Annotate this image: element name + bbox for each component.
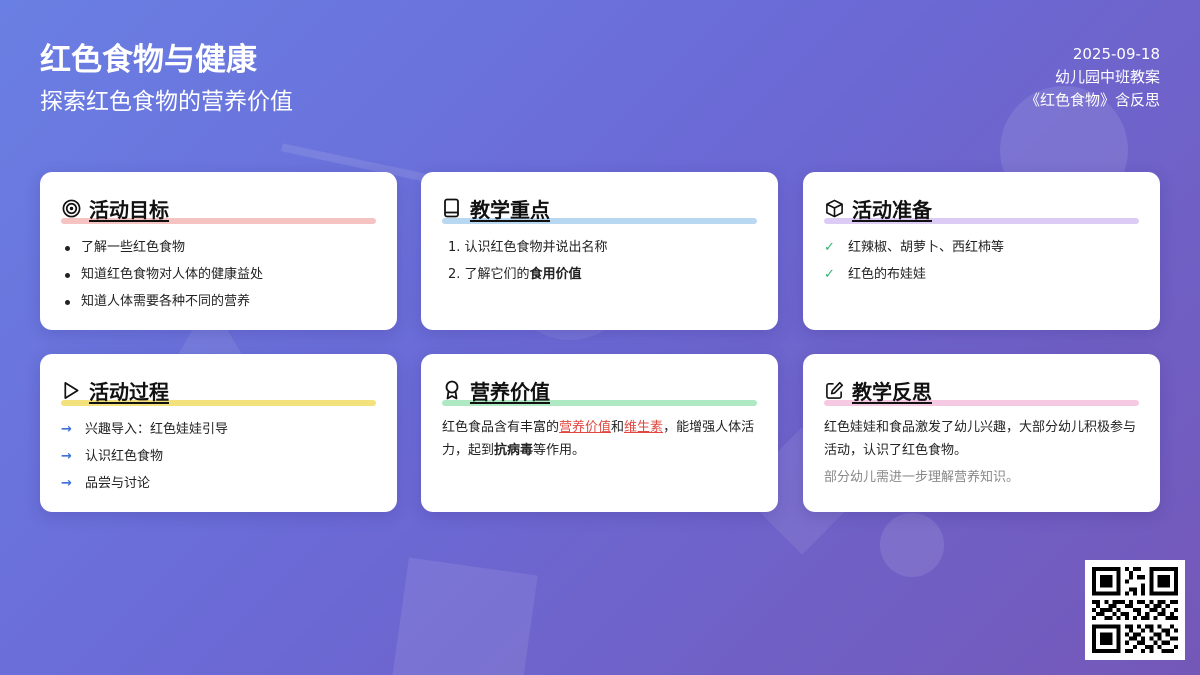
card-title: 活动过程 (89, 379, 169, 404)
arrow-right-icon: → (61, 422, 72, 437)
lesson-date: 2025-09-18 (1072, 45, 1160, 63)
arrow-right-icon: → (61, 449, 72, 464)
card-header: 教学反思 (824, 376, 1139, 406)
list-item: 知道人体需要各种不同的营养 (61, 288, 376, 315)
qr-code[interactable] (1085, 560, 1185, 660)
emphasis-text: 抗病毒 (494, 443, 534, 458)
list-item: 2. 了解它们的食用价值 (448, 267, 582, 282)
card-activity-prep: 活动准备 ✓ 红辣椒、胡萝卜、西红柿等 ✓ 红色的布娃娃 (803, 172, 1160, 330)
card-title: 营养价值 (470, 379, 550, 404)
card-header: 活动过程 (61, 376, 376, 406)
check-icon: ✓ (824, 240, 835, 255)
list-item: → 兴趣导入：红色娃娃引导 (61, 416, 376, 443)
reflection-text: 红色娃娃和食品激发了幼儿兴趣，大部分幼儿积极参与活动，认识了红色食物。 (824, 420, 1137, 458)
card-body: 红色食品含有丰富的营养价值和维生素，能增强人体活力，起到抗病毒等作用。 (442, 420, 755, 458)
box-icon (824, 198, 844, 218)
header-meta: 2025-09-18 幼儿园中班教案 《红色食物》含反思 (1025, 43, 1160, 112)
emphasis-text: 食用价值 (529, 267, 582, 282)
check-icon: ✓ (824, 267, 835, 282)
list-item: → 品尝与讨论 (61, 470, 376, 497)
document-name: 《红色食物》含反思 (1024, 91, 1160, 109)
card-teaching-reflection: 教学反思 红色娃娃和食品激发了幼儿兴趣，大部分幼儿积极参与活动，认识了红色食物。… (803, 354, 1160, 512)
page-header: 红色食物与健康 探索红色食物的营养价值 (40, 40, 293, 118)
list-item: 1. 认识红色食物并说出名称 (448, 240, 608, 255)
card-activity-goals: 活动目标 了解一些红色食物 知道红色食物对人体的健康益处 知道人体需要各种不同的… (40, 172, 397, 330)
list-item: 知道红色食物对人体的健康益处 (61, 261, 376, 288)
card-header: 活动目标 (61, 194, 376, 224)
reflection-note: 部分幼儿需进一步理解营养知识。 (824, 470, 1020, 485)
card-body: 了解一些红色食物 知道红色食物对人体的健康益处 知道人体需要各种不同的营养 (61, 234, 376, 315)
card-body: ✓ 红辣椒、胡萝卜、西红柿等 ✓ 红色的布娃娃 (824, 234, 1139, 288)
card-teaching-focus: 教学重点 1. 认识红色食物并说出名称 2. 了解它们的食用价值 (421, 172, 778, 330)
nutrition-link[interactable]: 营养价值 (559, 420, 611, 435)
card-header: 营养价值 (442, 376, 757, 406)
list-item: 了解一些红色食物 (61, 234, 376, 261)
award-icon (442, 380, 462, 400)
card-title: 教学反思 (852, 379, 932, 404)
page-subtitle: 探索红色食物的营养价值 (40, 89, 293, 115)
play-icon (61, 380, 81, 400)
list-item: ✓ 红辣椒、胡萝卜、西红柿等 (824, 234, 1139, 261)
vitamin-link[interactable]: 维生素 (624, 420, 663, 435)
card-nutrition-value: 营养价值 红色食品含有丰富的营养价值和维生素，能增强人体活力，起到抗病毒等作用。 (421, 354, 778, 512)
list-item: ✓ 红色的布娃娃 (824, 261, 1139, 288)
card-body: 1. 认识红色食物并说出名称 2. 了解它们的食用价值 (442, 234, 757, 288)
page-title: 红色食物与健康 (40, 42, 257, 78)
card-body: → 兴趣导入：红色娃娃引导 → 认识红色食物 → 品尝与讨论 (61, 416, 376, 497)
card-title: 活动目标 (89, 197, 169, 222)
decor-circle (880, 513, 944, 577)
card-activity-process: 活动过程 → 兴趣导入：红色娃娃引导 → 认识红色食物 → 品尝与讨论 (40, 354, 397, 512)
class-name: 幼儿园中班教案 (1054, 68, 1160, 86)
card-header: 教学重点 (442, 194, 757, 224)
card-title: 活动准备 (852, 197, 932, 222)
card-title: 教学重点 (470, 197, 550, 222)
book-icon (442, 198, 462, 218)
arrow-right-icon: → (61, 476, 72, 491)
target-icon (61, 198, 81, 218)
card-header: 活动准备 (824, 194, 1139, 224)
card-body: 红色娃娃和食品激发了幼儿兴趣，大部分幼儿积极参与活动，认识了红色食物。 部分幼儿… (824, 416, 1139, 489)
list-item: → 认识红色食物 (61, 443, 376, 470)
decor-rectangle (392, 557, 538, 675)
edit-icon (824, 380, 844, 400)
